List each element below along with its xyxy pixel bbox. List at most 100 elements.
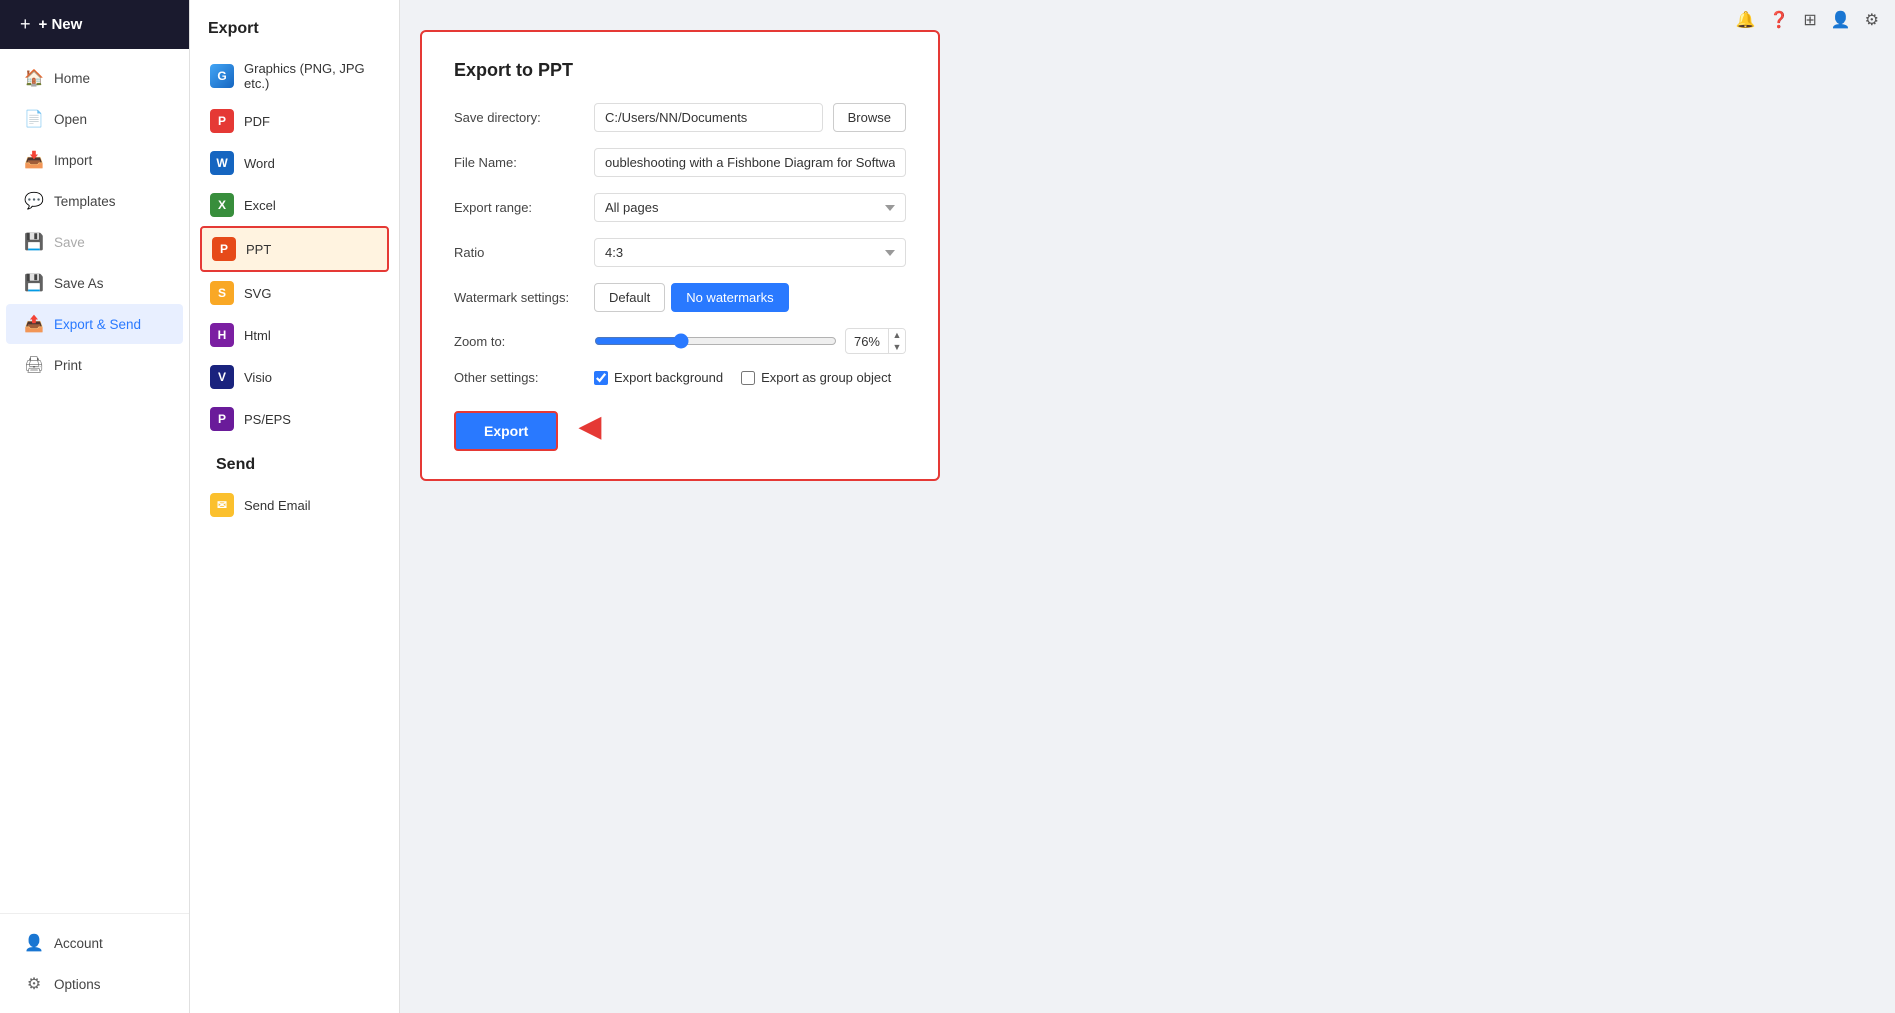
word-icon: W [210,151,234,175]
sidebar-item-options-label: Options [54,977,101,992]
zoom-up-button[interactable]: ▲ [889,329,905,341]
export-item-pseps[interactable]: P PS/EPS [200,398,389,440]
watermark-row: Watermark settings: Default No watermark… [454,283,906,312]
export-item-graphics[interactable]: G Graphics (PNG, JPG etc.) [200,52,389,100]
export-background-checkbox-label[interactable]: Export background [594,370,723,385]
export-item-pseps-label: PS/EPS [244,412,291,427]
zoom-slider[interactable] [594,333,837,349]
ratio-select[interactable]: 4:3 16:9 16:10 [594,238,906,267]
main-content: Export G Graphics (PNG, JPG etc.) P PDF … [190,0,1895,1013]
save-as-icon: 💾 [24,273,44,293]
save-directory-input[interactable] [594,103,823,132]
file-name-label: File Name: [454,155,584,170]
sidebar-item-save-as[interactable]: 💾 Save As [6,263,183,303]
templates-icon: 💬 [24,191,44,211]
zoom-spinners: ▲ ▼ [888,329,905,353]
graphics-icon: G [210,64,234,88]
browse-button[interactable]: Browse [833,103,906,132]
export-item-word[interactable]: W Word [200,142,389,184]
export-item-html[interactable]: H Html [200,314,389,356]
user-icon[interactable]: 👤 [1831,10,1851,30]
export-background-checkbox[interactable] [594,371,608,385]
export-button[interactable]: Export [454,411,558,451]
sidebar-item-options[interactable]: ⚙ Options [6,964,183,1004]
export-item-email[interactable]: ✉ Send Email [200,484,389,526]
watermark-label: Watermark settings: [454,290,584,305]
right-area: ▲ ▲ Export to PPT Save directory: Browse… [400,0,1895,1013]
sidebar-item-export-send-label: Export & Send [54,317,141,332]
email-icon: ✉ [210,493,234,517]
export-item-email-label: Send Email [244,498,310,513]
export-item-ppt[interactable]: P PPT [200,226,389,272]
sidebar-item-save-as-label: Save As [54,276,104,291]
export-group-checkbox[interactable] [741,371,755,385]
ppt-icon: P [212,237,236,261]
export-item-svg[interactable]: S SVG [200,272,389,314]
export-item-svg-label: SVG [244,286,271,301]
export-dialog: Export to PPT Save directory: Browse Fil… [420,30,940,481]
sidebar-item-home[interactable]: 🏠 Home [6,58,183,98]
export-item-excel[interactable]: X Excel [200,184,389,226]
sidebar-item-import[interactable]: 📥 Import [6,140,183,180]
export-range-label: Export range: [454,200,584,215]
export-range-row: Export range: All pages Current page Sel… [454,193,906,222]
bell-icon[interactable]: 🔔 [1735,10,1755,30]
zoom-down-button[interactable]: ▼ [889,341,905,353]
export-item-pdf[interactable]: P PDF [200,100,389,142]
ratio-row: Ratio 4:3 16:9 16:10 [454,238,906,267]
sidebar-item-templates-label: Templates [54,194,116,209]
export-item-html-label: Html [244,328,271,343]
new-button[interactable]: + + New [0,0,189,49]
export-group-checkbox-label[interactable]: Export as group object [741,370,891,385]
export-item-pdf-label: PDF [244,114,270,129]
export-item-visio-label: Visio [244,370,272,385]
ratio-label: Ratio [454,245,584,260]
sidebar-item-save-label: Save [54,235,85,250]
sidebar-item-save: 💾 Save [6,222,183,262]
sidebar-item-open[interactable]: 📄 Open [6,99,183,139]
sidebar-item-export-send[interactable]: 📤 Export & Send [6,304,183,344]
open-icon: 📄 [24,109,44,129]
file-name-row: File Name: [454,148,906,177]
export-item-visio[interactable]: V Visio [200,356,389,398]
watermark-group: Default No watermarks [594,283,789,312]
svg-icon: S [210,281,234,305]
plus-icon: + [20,14,31,35]
pdf-icon: P [210,109,234,133]
zoom-row: Zoom to: 76% ▲ ▼ [454,328,906,354]
sidebar-item-open-label: Open [54,112,87,127]
export-panel-title: Export [200,20,389,38]
options-icon: ⚙ [24,974,44,994]
sidebar-item-templates[interactable]: 💬 Templates [6,181,183,221]
other-settings-label: Other settings: [454,370,584,385]
export-background-label: Export background [614,370,723,385]
sidebar-item-print-label: Print [54,358,82,373]
sidebar-item-print[interactable]: 🖨 Print [6,345,183,385]
export-button-row: Export ◀ [454,401,906,451]
sidebar-item-home-label: Home [54,71,90,86]
send-section: Send ✉ Send Email [200,456,389,526]
topbar: 🔔 ❓ ⊞ 👤 ⚙ [1735,0,1895,40]
account-icon: 👤 [24,933,44,953]
send-section-title: Send [208,456,389,474]
export-item-graphics-label: Graphics (PNG, JPG etc.) [244,61,379,91]
print-icon: 🖨 [24,355,44,375]
export-send-icon: 📤 [24,314,44,334]
sidebar-item-account[interactable]: 👤 Account [6,923,183,963]
sidebar-nav: 🏠 Home 📄 Open 📥 Import 💬 Templates 💾 Sav… [0,49,189,913]
excel-icon: X [210,193,234,217]
zoom-value-box: 76% ▲ ▼ [845,328,906,354]
sidebar: + + New 🏠 Home 📄 Open 📥 Import 💬 Templat… [0,0,190,1013]
other-settings-row: Other settings: Export background Export… [454,370,906,385]
dialog-title: Export to PPT [454,60,906,81]
help-icon[interactable]: ❓ [1769,10,1789,30]
watermark-default-button[interactable]: Default [594,283,665,312]
other-settings-checkboxes: Export background Export as group object [594,370,906,385]
watermark-no-watermarks-button[interactable]: No watermarks [671,283,788,312]
zoom-label: Zoom to: [454,334,584,349]
settings-icon[interactable]: ⚙ [1865,10,1879,30]
file-name-input[interactable] [594,148,906,177]
grid-icon[interactable]: ⊞ [1803,10,1816,30]
export-range-select[interactable]: All pages Current page Selected pages [594,193,906,222]
export-item-word-label: Word [244,156,275,171]
